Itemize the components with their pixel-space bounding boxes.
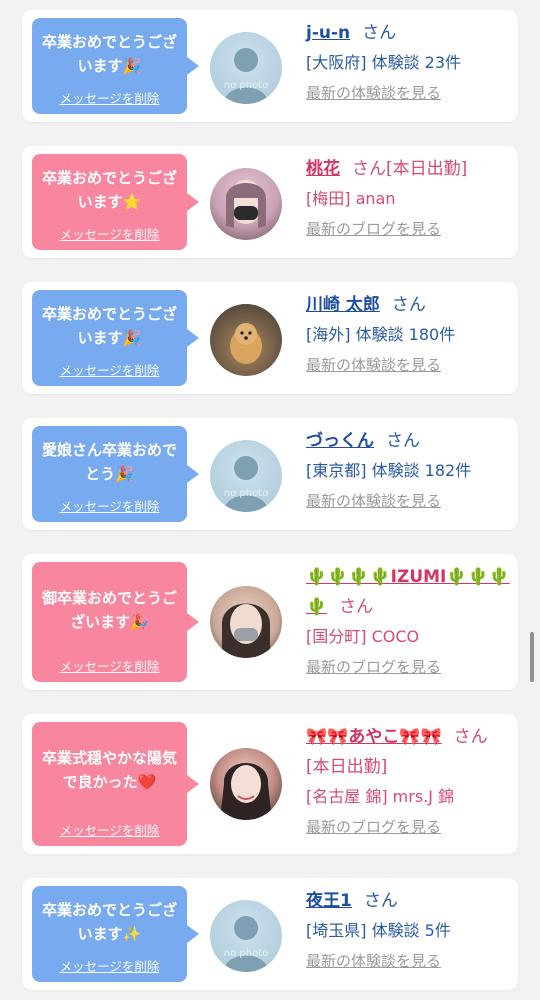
message-card: 御卒業おめでとうございます🎉 メッセージを削除 🌵🌵🌵🌵IZUMI🌵🌵🌵🌵 さん … — [22, 554, 518, 690]
message-text: 愛娘さん卒業おめでとう🎉 — [41, 441, 177, 483]
no-photo-label: no photo — [224, 488, 268, 499]
no-photo-avatar[interactable]: no photo — [210, 32, 282, 104]
user-name-link[interactable]: 川崎 太郎 — [306, 295, 380, 315]
message-text: 卒業おめでとうございます🎉 — [41, 33, 177, 75]
message-bubble: 卒業おめでとうございます✨ メッセージを削除 — [32, 886, 199, 982]
message-bubble: 卒業おめでとうございます⭐ メッセージを削除 — [32, 154, 199, 250]
user-name-link[interactable]: 🌵🌵🌵🌵IZUMI🌵🌵🌵🌵 — [306, 567, 510, 617]
delete-message-link[interactable]: メッセージを削除 — [32, 88, 187, 107]
message-text: 卒業式穏やかな陽気で良かった❤️ — [41, 749, 177, 791]
user-avatar[interactable] — [210, 748, 282, 820]
message-text: 御卒業おめでとうございます🎉 — [41, 589, 177, 631]
user-name-link[interactable]: づっくん — [306, 431, 374, 451]
message-card: 卒業式穏やかな陽気で良かった❤️ メッセージを削除 🎀🎀あやこ🎀🎀 さん[本日出勤… — [22, 714, 518, 854]
honorific: さん — [386, 431, 420, 451]
honorific: さん — [363, 891, 398, 911]
message-bubble: 御卒業おめでとうございます🎉 メッセージを削除 — [32, 562, 199, 682]
user-name-link[interactable]: 桃花 — [306, 159, 340, 179]
person-silhouette-icon: no photo — [224, 48, 268, 104]
no-photo-avatar[interactable]: no photo — [210, 900, 282, 972]
user-detail: [大阪府] 体験談 23件 — [306, 53, 462, 72]
message-card: 卒業おめでとうございます⭐ メッセージを削除 桃花 さん[本日出勤] [梅田] a… — [22, 146, 518, 258]
user-detail: [埼玉県] 体験談 5件 — [306, 921, 451, 940]
user-name-link[interactable]: 🎀🎀あやこ🎀🎀 — [306, 727, 442, 747]
user-detail: [海外] 体験談 180件 — [306, 325, 456, 344]
honorific: さん[本日出勤] — [352, 159, 468, 179]
latest-review-link[interactable]: 最新の体験談を見る — [306, 486, 511, 516]
message-card: 卒業おめでとうございます🎉 メッセージを削除 川崎 太郎 さん [海外] 体験談 … — [22, 282, 518, 394]
delete-message-link[interactable]: メッセージを削除 — [32, 656, 187, 675]
message-bubble: 卒業おめでとうございます🎉 メッセージを削除 — [32, 18, 199, 114]
no-photo-avatar[interactable]: no photo — [210, 440, 282, 512]
message-card: 愛娘さん卒業おめでとう🎉 メッセージを削除 no photo づっくん さん [東… — [22, 418, 518, 530]
profile-photo-icon — [226, 180, 266, 228]
dog-photo-icon — [230, 323, 262, 364]
latest-review-link[interactable]: 最新の体験談を見る — [306, 350, 511, 380]
person-silhouette-icon: no photo — [224, 456, 268, 512]
no-photo-label: no photo — [224, 948, 268, 959]
user-detail: [東京都] 体験談 182件 — [306, 461, 472, 480]
latest-blog-link[interactable]: 最新のブログを見る — [306, 652, 511, 682]
honorific: さん — [362, 23, 397, 43]
person-silhouette-icon: no photo — [224, 916, 268, 972]
scrollbar[interactable] — [530, 632, 534, 682]
user-detail: [梅田] anan — [306, 189, 396, 208]
latest-review-link[interactable]: 最新の体験談を見る — [306, 946, 511, 976]
message-text: 卒業おめでとうございます✨ — [41, 901, 177, 943]
message-card: 卒業おめでとうございます✨ メッセージを削除 no photo 夜王1 さん [埼… — [22, 878, 518, 990]
honorific: さん — [391, 295, 426, 315]
message-text: 卒業おめでとうございます⭐ — [41, 169, 177, 211]
user-name-link[interactable]: 夜王1 — [306, 891, 352, 911]
latest-blog-link[interactable]: 最新のブログを見る — [306, 812, 511, 842]
delete-message-link[interactable]: メッセージを削除 — [32, 956, 187, 975]
user-avatar[interactable] — [210, 304, 282, 376]
no-photo-label: no photo — [224, 80, 268, 91]
delete-message-link[interactable]: メッセージを削除 — [32, 820, 187, 839]
latest-blog-link[interactable]: 最新のブログを見る — [306, 214, 511, 244]
user-avatar[interactable] — [210, 586, 282, 658]
delete-message-link[interactable]: メッセージを削除 — [32, 224, 187, 243]
user-name-link[interactable]: j-u-n — [306, 23, 350, 43]
message-text: 卒業おめでとうございます🎉 — [41, 305, 177, 347]
honorific: さん — [339, 597, 374, 617]
message-bubble: 愛娘さん卒業おめでとう🎉 メッセージを削除 — [32, 426, 199, 522]
message-card: 卒業おめでとうございます🎉 メッセージを削除 no photo j-u-n さん … — [22, 10, 518, 122]
latest-review-link[interactable]: 最新の体験談を見る — [306, 78, 511, 108]
profile-photo-icon — [221, 603, 271, 658]
delete-message-link[interactable]: メッセージを削除 — [32, 496, 187, 515]
profile-photo-icon — [220, 763, 272, 820]
message-bubble: 卒業式穏やかな陽気で良かった❤️ メッセージを削除 — [32, 722, 199, 846]
delete-message-link[interactable]: メッセージを削除 — [32, 360, 187, 379]
message-bubble: 卒業おめでとうございます🎉 メッセージを削除 — [32, 290, 199, 386]
user-detail: [国分町] COCO — [306, 627, 420, 646]
user-avatar[interactable] — [210, 168, 282, 240]
user-detail: [名古屋 錦] mrs.J 錦 — [306, 787, 455, 806]
